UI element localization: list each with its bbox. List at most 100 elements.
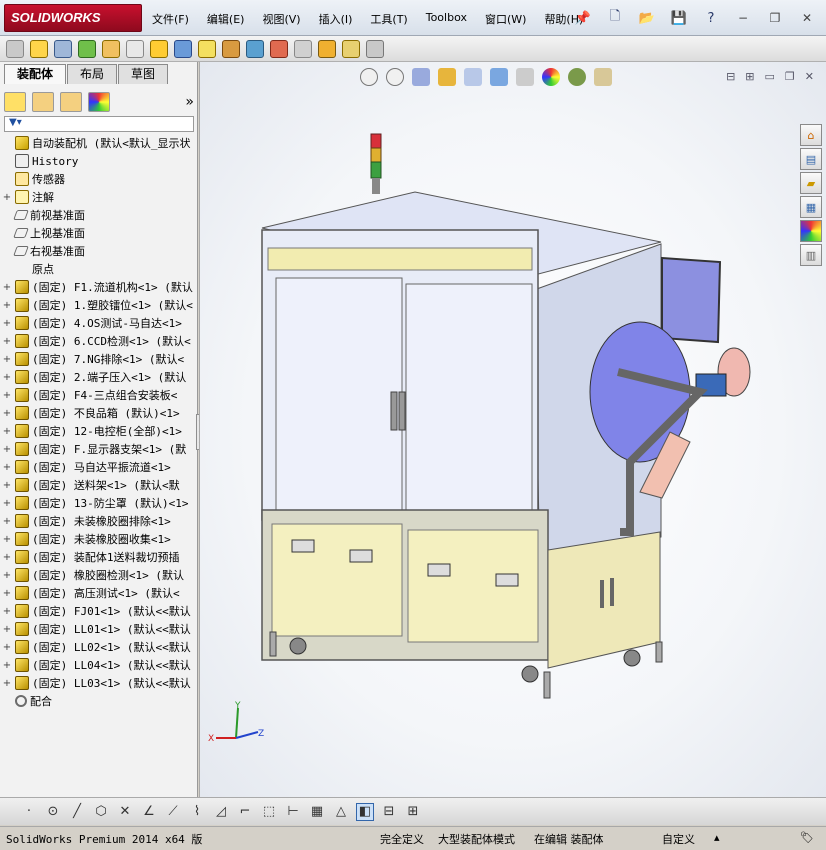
dimension-icon[interactable]: ⊢ [284,803,302,821]
rectangle-select-icon[interactable]: ⬚ [260,803,278,821]
open-folder-icon[interactable]: 📂 [636,8,658,28]
split-view-icon[interactable]: ⊟ [380,803,398,821]
tree-expander-icon[interactable]: + [2,570,12,581]
tree-item[interactable]: + (固定) 6.CCD检测<1> (默认< [2,332,198,350]
tree-expander-icon[interactable]: + [2,552,12,563]
left-drawer-handle-2[interactable] [349,549,373,563]
grid-icon[interactable]: ▦ [308,803,326,821]
tree-expander-icon[interactable]: + [2,282,12,293]
smart-fasteners-icon[interactable] [102,39,120,58]
menu-toolbox[interactable]: Toolbox [424,10,469,28]
tree-expander-icon[interactable]: + [2,588,12,599]
menu-file[interactable]: 文件(F) [150,10,191,28]
save-icon[interactable]: 💾 [668,8,690,28]
tree-item[interactable]: + (固定) 橡胶圈检测<1> (默认 [2,566,198,584]
assembly-features-icon[interactable] [174,39,192,58]
component-icon[interactable] [6,39,24,58]
tree-expander-icon[interactable]: + [2,480,12,491]
triangle-icon[interactable]: △ [332,803,350,821]
tree-item[interactable]: + (固定) 马自达平振流道<1> [2,458,198,476]
bill-of-materials-icon[interactable] [246,39,264,58]
left-drawer-handle-1[interactable] [291,539,315,553]
side-handle-1[interactable] [600,580,604,608]
side-handle-2[interactable] [610,578,614,606]
tree-expander-icon[interactable]: + [2,192,12,203]
left-door-handle[interactable] [390,391,398,431]
tree-expander-icon[interactable]: + [2,300,12,311]
tree-item[interactable]: 传感器 [2,170,198,188]
tree-item[interactable]: + (固定) F4-三点组合安装板< [2,386,198,404]
tree-expander-icon[interactable]: + [2,426,12,437]
tree-expander-icon[interactable]: + [2,390,12,401]
tree-expander-icon[interactable]: + [2,642,12,653]
tree-item[interactable]: 配合 [2,692,198,710]
tab-layout[interactable]: 布局 [67,64,118,84]
exploded-view-icon[interactable] [270,39,288,58]
tree-item[interactable]: + (固定) 未装橡胶圈排除<1> [2,512,198,530]
tree-expander-icon[interactable]: + [2,354,12,365]
menu-window[interactable]: 窗口(W) [483,10,528,28]
tree-expander-icon[interactable]: + [2,462,12,473]
tree-item[interactable]: + (固定) LL01<1> (默认<<默认 [2,620,198,638]
tree-item[interactable]: 上视基准面 [2,224,198,242]
polygon-icon[interactable]: ⬡ [92,803,110,821]
filter-icon[interactable]: ▼▾ [9,117,22,128]
tab-assembly[interactable]: 装配体 [4,64,67,84]
circle-icon[interactable]: ⊙ [44,803,62,821]
tree-expander-icon[interactable]: + [2,336,12,347]
filter-bar[interactable]: ▼▾ [4,116,194,132]
tree-item[interactable]: + (固定) 不良品箱 (默认)<1> [2,404,198,422]
tree-item[interactable]: + 注解 [2,188,198,206]
tree-item[interactable]: + (固定) 2.端子压入<1> (默认 [2,368,198,386]
tree-item[interactable]: + (固定) 送料架<1> (默认<默 [2,476,198,494]
right-door-handle[interactable] [398,391,406,431]
chamfer-icon[interactable]: ◿ [212,803,230,821]
four-view-icon[interactable]: ⊞ [404,803,422,821]
menu-edit[interactable]: 编辑(E) [205,10,247,28]
tree-expander-icon[interactable]: + [2,372,12,383]
tree-item[interactable]: + (固定) LL03<1> (默认<<默认 [2,674,198,692]
minimize-icon[interactable]: − [732,8,754,28]
tree-item[interactable]: + (固定) F1.流道机构<1> (默认 [2,278,198,296]
display-manager-icon[interactable] [88,92,110,112]
pattern-icon[interactable] [78,39,96,58]
tab-sketch[interactable]: 草图 [118,64,169,84]
tree-expander-icon[interactable]: + [2,444,12,455]
tree-item[interactable]: + (固定) 高压测试<1> (默认< [2,584,198,602]
solidworks-logo[interactable]: SOLIDWORKS [4,4,142,32]
help-icon[interactable]: ? [700,8,722,28]
tree-item[interactable]: 原点 [2,260,198,278]
close-icon[interactable]: ✕ [796,8,818,28]
cube-view-icon[interactable]: ◧ [356,802,374,821]
tree-expander-icon[interactable]: + [2,408,12,419]
tree-expander-icon[interactable]: + [2,606,12,617]
interference-detection-icon[interactable] [318,39,336,58]
tree-expander-icon[interactable]: + [2,516,12,527]
menu-view[interactable]: 视图(V) [260,10,302,28]
tree-item[interactable]: History [2,152,198,170]
tree-item[interactable]: 前视基准面 [2,206,198,224]
new-motion-study-icon[interactable] [222,39,240,58]
tree-expander-icon[interactable]: + [2,534,12,545]
show-hidden-icon[interactable] [150,39,168,58]
configuration-manager-icon[interactable] [60,92,82,112]
tree-item[interactable]: 右视基准面 [2,242,198,260]
angle-icon[interactable]: ∠ [140,803,158,821]
feature-manager-icon[interactable] [4,92,26,112]
explode-line-sketch-icon[interactable] [294,39,312,58]
move-component-icon[interactable] [126,39,144,58]
insert-component-icon[interactable] [30,39,48,58]
tree-item[interactable]: + (固定) LL02<1> (默认<<默认 [2,638,198,656]
line-icon[interactable]: ╱ [68,803,86,821]
monitor[interactable] [661,256,722,344]
new-document-icon[interactable]: 🗋 [604,8,626,28]
tree-item[interactable]: + (固定) 12-电控柜(全部)<1> [2,422,198,440]
menu-insert[interactable]: 插入(I) [317,10,355,28]
reference-geometry-icon[interactable] [198,39,216,58]
right-drawer-handle-1[interactable] [427,563,451,577]
graphics-area[interactable]: ⊟ ⊞ ▭ ❐ ✕ ⌂ ▤ ▰ ▦ ▥ Y Z X [199,62,826,797]
expand-panel-icon[interactable]: » [185,94,194,110]
tree-expander-icon[interactable]: + [2,498,12,509]
signal-tower-lamp[interactable] [370,133,382,194]
assembly-model[interactable]: Y Z X [200,62,826,797]
